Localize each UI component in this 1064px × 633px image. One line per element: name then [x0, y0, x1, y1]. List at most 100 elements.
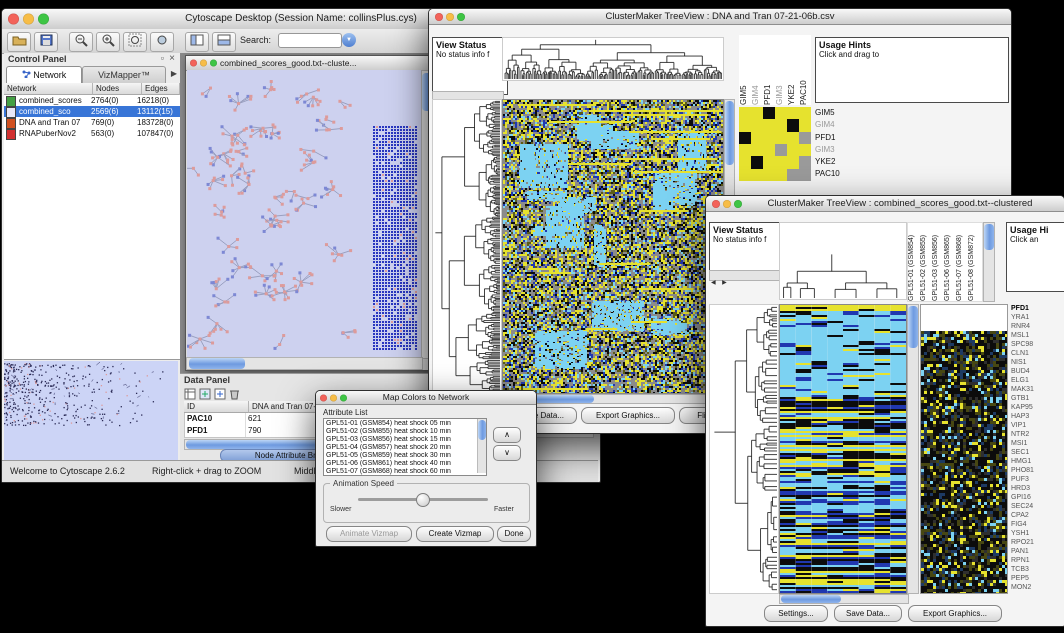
- tv2-heatmap-hscroll[interactable]: [779, 594, 909, 604]
- open-session-button[interactable]: [7, 32, 31, 52]
- speed-slider-thumb[interactable]: [416, 493, 430, 507]
- tv2-column-dendrogram[interactable]: [779, 222, 907, 300]
- tv1-zoom-cell[interactable]: [763, 132, 775, 144]
- column-header-edges[interactable]: Edges: [142, 83, 180, 95]
- tv1-zoom-cell[interactable]: [775, 132, 787, 144]
- minimize-window-icon[interactable]: [23, 14, 34, 25]
- network-view-hscrollbar[interactable]: [186, 357, 423, 370]
- tv2-gene-label[interactable]: SEC1: [1011, 448, 1063, 457]
- tv1-zoom-cell[interactable]: [787, 119, 799, 131]
- tv2-gene-label[interactable]: MAK31: [1011, 385, 1063, 394]
- minimize-window-icon[interactable]: [446, 13, 454, 21]
- tv2-gene-label[interactable]: YRA1: [1011, 313, 1063, 322]
- tv2-gene-label[interactable]: HRD3: [1011, 484, 1063, 493]
- tv2-gene-label[interactable]: TCB3: [1011, 565, 1063, 574]
- attribute-list-item[interactable]: GPL51-02 (GSM855) heat shock 10 min: [324, 428, 478, 436]
- tv1-row-dendrogram[interactable]: [432, 99, 502, 394]
- treeview2-titlebar[interactable]: ClusterMaker TreeView : combined_scores_…: [706, 196, 1064, 212]
- tv2-gene-label[interactable]: MSL1: [1011, 331, 1063, 340]
- tv1-zoom-cell[interactable]: [751, 119, 763, 131]
- tv1-zoom-cell[interactable]: [787, 107, 799, 119]
- zoom-view-icon[interactable]: [210, 60, 217, 67]
- tv2-gene-label[interactable]: NIS1: [1011, 358, 1063, 367]
- tv2-gene-label[interactable]: HAP3: [1011, 412, 1063, 421]
- tv1-zoom-cell[interactable]: [775, 169, 787, 181]
- attribute-list-item[interactable]: GPL51-04 (GSM857) heat shock 20 min: [324, 444, 478, 452]
- scroll-left-icon[interactable]: ◀: [710, 280, 717, 286]
- tv2-collabel-vscroll[interactable]: [983, 222, 995, 302]
- tv1-zoom-cell[interactable]: [775, 119, 787, 131]
- tv1-zoom-row-label[interactable]: GIM4: [815, 119, 861, 131]
- tv2-status-hscroll[interactable]: ◀ ▶: [709, 270, 781, 281]
- close-window-icon[interactable]: [8, 14, 19, 25]
- move-attribute-down-button[interactable]: ∨: [493, 445, 521, 461]
- minimize-dialog-icon[interactable]: [330, 394, 337, 401]
- tv1-zoom-cell[interactable]: [751, 144, 763, 156]
- tv1-zoom-cell[interactable]: [739, 156, 751, 168]
- close-window-icon[interactable]: [712, 200, 720, 208]
- done-button[interactable]: Done: [497, 526, 531, 542]
- tv2-gene-label[interactable]: CPA2: [1011, 511, 1063, 520]
- tv1-zoom-cell[interactable]: [739, 169, 751, 181]
- close-dialog-icon[interactable]: [320, 394, 327, 401]
- tv2-collabel-vthumb[interactable]: [984, 224, 994, 250]
- minimize-window-icon[interactable]: [723, 200, 731, 208]
- tv2-gene-label[interactable]: CLN1: [1011, 349, 1063, 358]
- tv2-save-data-button[interactable]: Save Data...: [834, 605, 902, 622]
- tv2-export-graphics-button[interactable]: Export Graphics...: [908, 605, 1002, 622]
- search-input[interactable]: [278, 33, 342, 48]
- move-attribute-up-button[interactable]: ∧: [493, 427, 521, 443]
- tv2-gene-label[interactable]: RPN1: [1011, 556, 1063, 565]
- tv1-zoom-cell[interactable]: [739, 107, 751, 119]
- search-dropdown-button[interactable]: ▼: [342, 33, 356, 47]
- tv1-zoom-cell[interactable]: [739, 132, 751, 144]
- zoom-in-button[interactable]: [96, 32, 120, 52]
- scroll-right-icon[interactable]: ▶: [721, 280, 728, 286]
- tv2-gene-label[interactable]: PAN1: [1011, 547, 1063, 556]
- tv2-column-label[interactable]: GPL51-06 (GSM865): [944, 225, 956, 301]
- minimize-view-icon[interactable]: [200, 60, 207, 67]
- tv2-column-label[interactable]: GPL51-08 (GSM872): [968, 225, 980, 301]
- create-vizmap-button[interactable]: Create Vizmap: [416, 526, 494, 542]
- tv2-column-label[interactable]: GPL51-01 (GSM854): [908, 225, 920, 301]
- tab-network[interactable]: Network: [6, 66, 82, 83]
- tv2-vthumb[interactable]: [908, 306, 918, 348]
- tv2-heatmap[interactable]: [779, 304, 907, 594]
- tv1-zoom-cell[interactable]: [739, 144, 751, 156]
- tv1-zoom-cell[interactable]: [787, 169, 799, 181]
- network-tree-row[interactable]: RNAPuberNov2563(0)107847(0): [4, 128, 180, 139]
- tv2-column-label[interactable]: GPL51-07 (GSM868): [956, 225, 968, 301]
- tv1-zoom-cell[interactable]: [763, 119, 775, 131]
- tv1-zoom-row-label[interactable]: GIM5: [815, 107, 861, 119]
- tv2-gene-label[interactable]: VIP1: [1011, 421, 1063, 430]
- tv2-heatmap-vscroll[interactable]: [907, 304, 919, 594]
- tv2-gene-label[interactable]: SEC24: [1011, 502, 1063, 511]
- attribute-list-item[interactable]: GPL51-03 (GSM856) heat shock 15 min: [324, 436, 478, 444]
- toggle-data-panel-button[interactable]: [212, 32, 236, 52]
- zoom-window-icon[interactable]: [38, 14, 49, 25]
- tv1-zoom-cell[interactable]: [739, 119, 751, 131]
- tv2-gene-label[interactable]: SPC98: [1011, 340, 1063, 349]
- tv2-gene-label[interactable]: MON2: [1011, 583, 1063, 592]
- attribute-list-item[interactable]: GPL51-01 (GSM854) heat shock 05 min: [324, 420, 478, 428]
- tv2-hthumb[interactable]: [781, 595, 841, 603]
- listbox-vthumb[interactable]: [478, 420, 486, 440]
- tv1-export-graphics-button[interactable]: Export Graphics...: [581, 407, 675, 424]
- tv2-gene-label[interactable]: MSI1: [1011, 439, 1063, 448]
- tv2-column-label[interactable]: GPL51-02 (GSM855): [920, 225, 932, 301]
- float-panel-icon[interactable]: ▫: [161, 53, 164, 63]
- tv2-gene-label[interactable]: PEP5: [1011, 574, 1063, 583]
- listbox-vscroll[interactable]: [477, 419, 486, 473]
- zoom-window-icon[interactable]: [457, 13, 465, 21]
- attr-col-id[interactable]: ID: [184, 401, 249, 413]
- tv1-zoom-cell[interactable]: [787, 132, 799, 144]
- close-window-icon[interactable]: [435, 13, 443, 21]
- close-view-icon[interactable]: [190, 60, 197, 67]
- tv1-zoom-row-label[interactable]: GIM3: [815, 144, 861, 156]
- network-view-titlebar[interactable]: combined_scores_good.txt--cluste...: [186, 56, 434, 71]
- network-tree-row[interactable]: combined_sco2569(6)13112(15): [4, 106, 180, 117]
- attribute-list-item[interactable]: GPL51-06 (GSM861) heat shock 40 min: [324, 460, 478, 468]
- tv1-zoom-cell[interactable]: [799, 144, 811, 156]
- tv1-zoom-cell[interactable]: [751, 156, 763, 168]
- save-session-button[interactable]: [34, 32, 58, 52]
